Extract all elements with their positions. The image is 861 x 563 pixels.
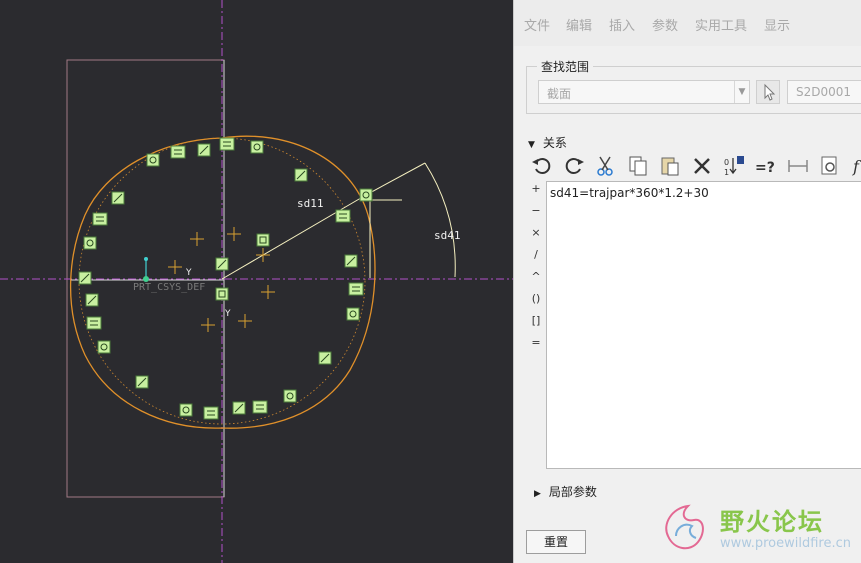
relation-line[interactable]: sd41=trajpar*360*1.2+30	[550, 186, 709, 200]
local-params-label: 局部参数	[548, 485, 597, 499]
op-divide[interactable]: /	[528, 248, 544, 261]
menu-display[interactable]: 显示	[764, 15, 790, 34]
dimension-display-icon[interactable]	[786, 154, 810, 178]
undo-icon[interactable]	[530, 154, 554, 178]
sd41-label[interactable]: sd41	[434, 229, 461, 242]
relations-toolbar: 01 =? f	[528, 152, 861, 180]
menu-edit[interactable]: 编辑	[566, 15, 592, 34]
op-minus[interactable]: −	[528, 204, 544, 217]
svg-text:0: 0	[724, 158, 729, 167]
sketch-svg[interactable]: sd11 sd41 PRT_CSYS_DEF Y Y	[0, 0, 513, 563]
section-id-value: S2D0001	[796, 85, 852, 99]
spline-profile[interactable]	[69, 135, 376, 429]
menu-insert[interactable]: 插入	[609, 15, 635, 34]
menu-parameters[interactable]: 参数	[652, 15, 678, 34]
csys-label: PRT_CSYS_DEF	[133, 282, 205, 293]
sort-relations-icon[interactable]: 01	[722, 154, 746, 178]
op-parentheses[interactable]: ()	[528, 292, 544, 305]
watermark-url: www.proewildfire.cn	[720, 536, 851, 551]
sd11-label[interactable]: sd11	[297, 197, 324, 210]
op-equals[interactable]: =	[528, 336, 544, 349]
relations-editor[interactable]: sd41=trajpar*360*1.2+30	[546, 181, 861, 469]
collapse-triangle-icon[interactable]: ▼	[528, 140, 535, 150]
svg-text:=?: =?	[755, 160, 775, 176]
chevron-down-icon[interactable]: ▼	[734, 81, 749, 103]
local-params-header[interactable]: ▶ 局部参数	[534, 483, 597, 500]
section-id-field[interactable]: S2D0001	[787, 80, 861, 104]
forum-watermark: 野火论坛 www.proewildfire.cn	[654, 496, 861, 556]
copy-icon[interactable]	[626, 154, 650, 178]
flame-logo-icon	[665, 504, 704, 550]
delete-icon[interactable]	[690, 154, 714, 178]
scope-type-select[interactable]: 截面 ▼	[538, 80, 750, 104]
op-brackets[interactable]: []	[528, 314, 544, 327]
cut-icon[interactable]	[594, 154, 618, 178]
op-power[interactable]: ^	[528, 270, 544, 283]
insert-function-icon[interactable]: f	[850, 154, 861, 178]
relations-header[interactable]: ▼ 关系	[528, 134, 567, 151]
select-pointer-button[interactable]	[756, 80, 780, 104]
menu-utilities[interactable]: 实用工具	[695, 15, 747, 34]
svg-text:f: f	[852, 157, 861, 176]
sketch-canvas[interactable]: sd11 sd41 PRT_CSYS_DEF Y Y	[0, 0, 513, 563]
svg-text:1: 1	[724, 168, 729, 177]
csys-dot	[144, 257, 148, 261]
sd11-dimension-line[interactable]	[221, 194, 367, 280]
scope-type-value: 截面	[547, 87, 572, 101]
watermark-title: 野火论坛	[720, 508, 824, 536]
op-plus[interactable]: +	[528, 182, 544, 195]
sd41-extension-line[interactable]	[365, 162, 426, 196]
paste-icon[interactable]	[658, 154, 682, 178]
op-multiply[interactable]: ×	[528, 226, 544, 239]
axis-label-y: Y	[185, 268, 192, 278]
relations-panel: 文件 编辑 插入 参数 实用工具 显示 查找范围 截面 ▼ S2D0001 ▼ 关…	[513, 0, 861, 563]
menu-bar: 文件 编辑 插入 参数 实用工具 显示	[514, 0, 861, 46]
expand-triangle-icon[interactable]: ▶	[534, 489, 541, 499]
menu-file[interactable]: 文件	[524, 15, 550, 34]
axis-label-y2: Y	[224, 309, 231, 319]
sd41-arc[interactable]	[424, 162, 456, 278]
pointer-icon	[764, 83, 776, 101]
reset-button[interactable]: 重置	[526, 530, 586, 554]
evaluate-icon[interactable]: =?	[754, 154, 778, 178]
lookup-scope-legend: 查找范围	[541, 60, 590, 74]
redo-icon[interactable]	[562, 154, 586, 178]
verify-relations-icon[interactable]	[818, 154, 842, 178]
relations-header-label: 关系	[542, 136, 567, 150]
